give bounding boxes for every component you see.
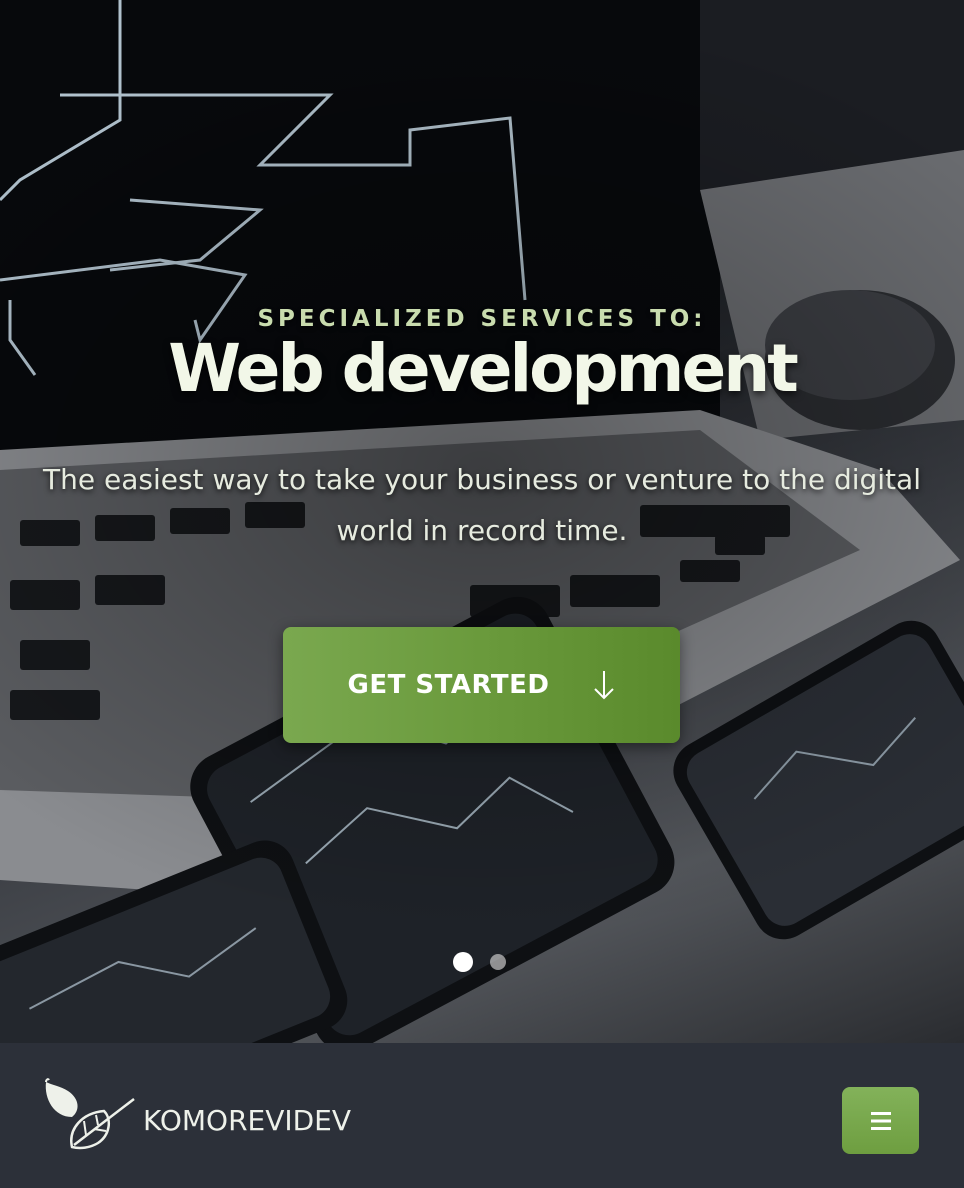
- get-started-button[interactable]: GET STARTED: [283, 627, 680, 743]
- slide-dot-2[interactable]: [490, 954, 506, 970]
- hero-subtitle: The easiest way to take your business or…: [43, 463, 921, 547]
- leaves-icon[interactable]: [42, 1077, 137, 1152]
- hero-kicker: SPECIALIZED SERVICES TO:: [257, 306, 707, 332]
- get-started-label: GET STARTED: [347, 670, 550, 700]
- slider-pagination: [0, 952, 964, 972]
- brand-name[interactable]: KOMOREVIDEV: [143, 1104, 351, 1137]
- menu-button[interactable]: [842, 1087, 919, 1154]
- hamburger-menu-icon: [870, 1111, 891, 1130]
- arrow-down-icon: [593, 669, 615, 701]
- hero-section: SPECIALIZED SERVICES TO: Web development…: [0, 0, 964, 1043]
- slide-dot-1[interactable]: [453, 952, 473, 972]
- hero-headline: Web development: [168, 330, 799, 407]
